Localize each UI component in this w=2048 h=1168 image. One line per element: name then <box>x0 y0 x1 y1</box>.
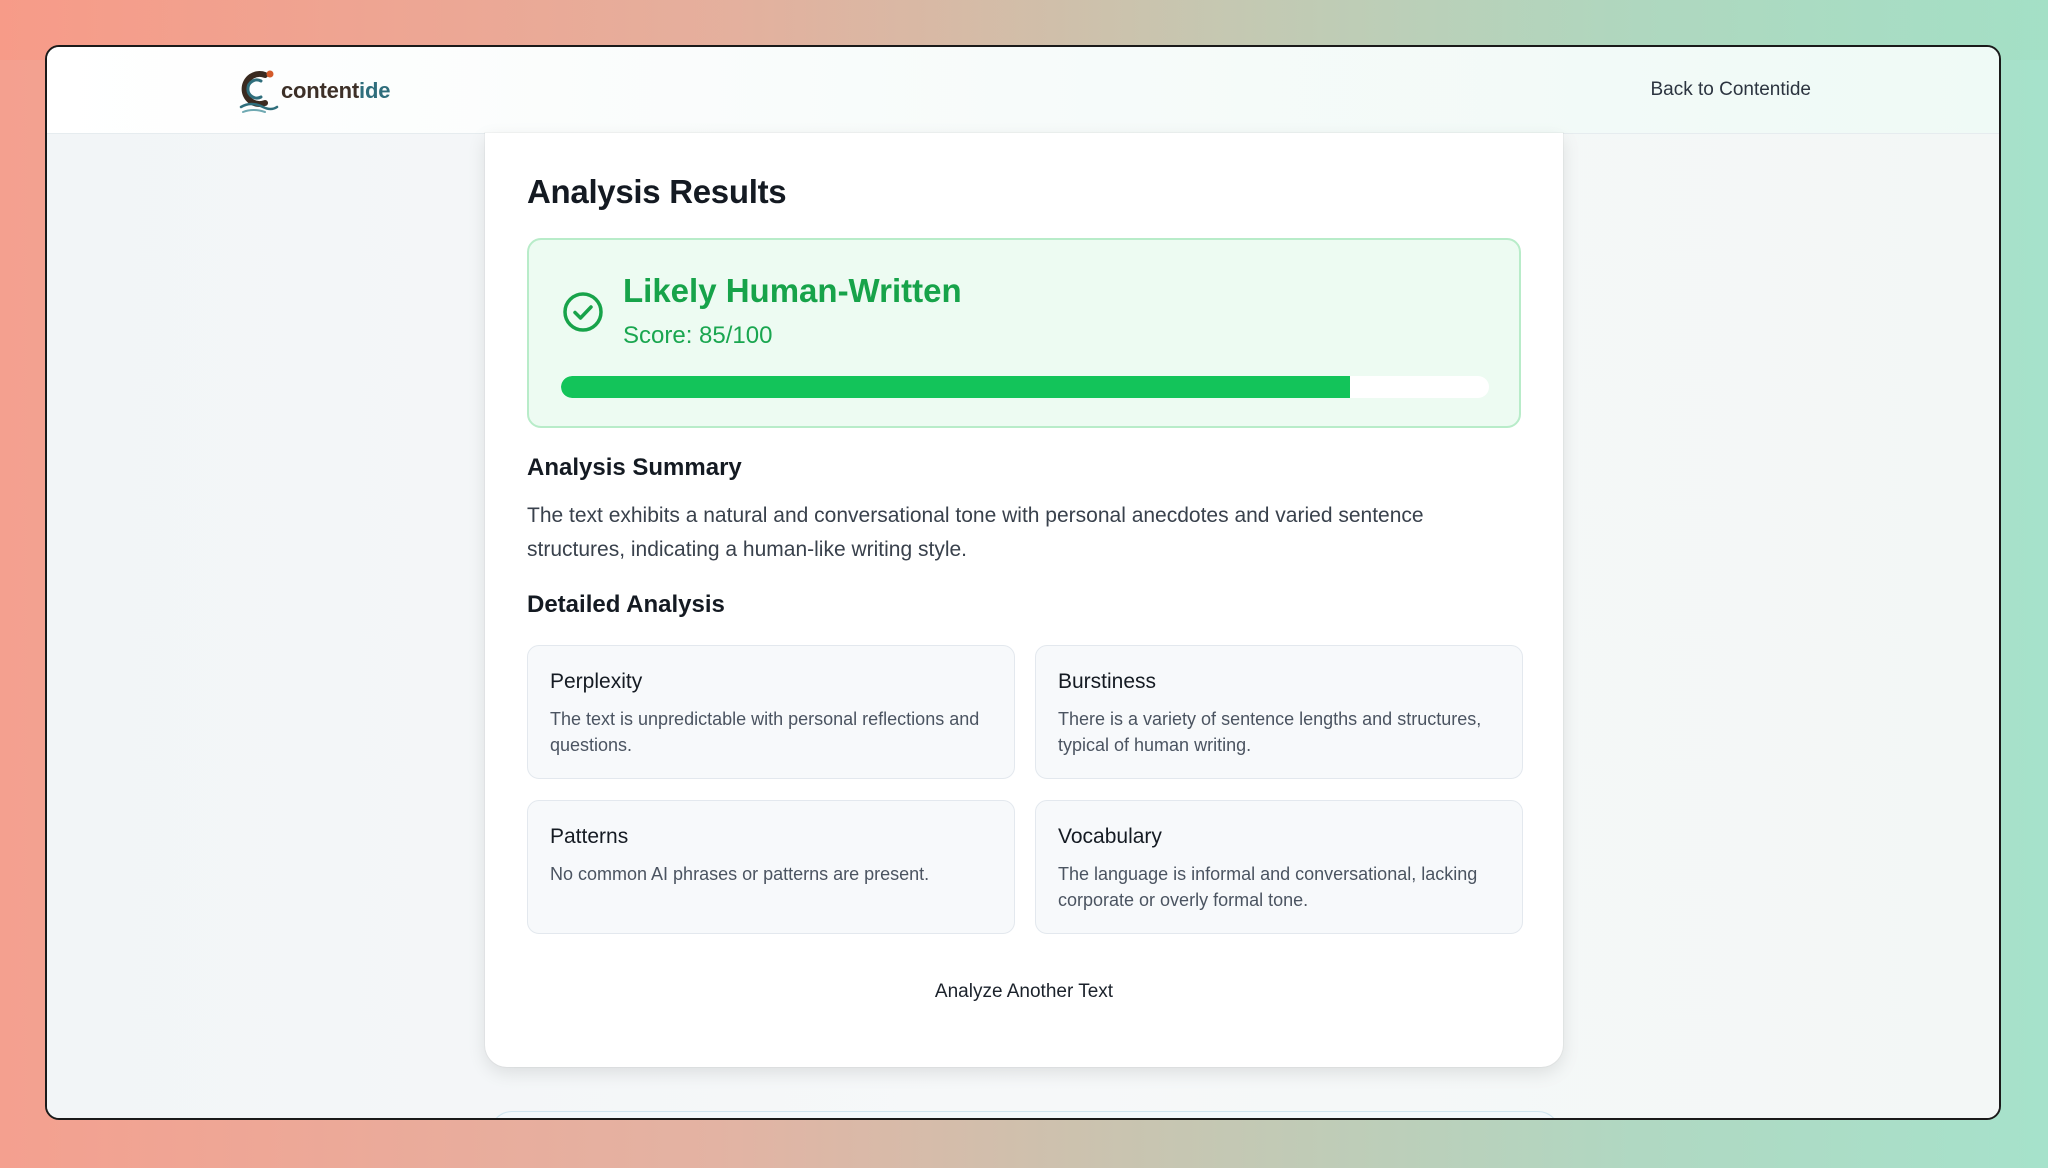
verdict-panel: Likely Human-Written Score: 85/100 <box>527 238 1521 428</box>
metric-title: Patterns <box>550 825 629 848</box>
metric-card-patterns: Patterns No common AI phrases or pattern… <box>527 800 1015 934</box>
back-to-contentide-link[interactable]: Back to Contentide <box>1650 79 1811 101</box>
analysis-results-card: Analysis Results Likely Human-Written Sc… <box>485 133 1563 1067</box>
metric-title: Burstiness <box>1058 670 1157 693</box>
metric-description: There is a variety of sentence lengths a… <box>1058 709 1482 755</box>
top-navbar: contentide Back to Contentide <box>47 47 1999 134</box>
summary-heading: Analysis Summary <box>527 454 742 481</box>
contentide-logo[interactable]: contentide <box>235 67 390 115</box>
metric-title: Vocabulary <box>1058 825 1162 848</box>
metric-description: The text is unpredictable with personal … <box>550 709 980 755</box>
score-progress-track <box>561 376 1489 398</box>
score-progress-fill <box>561 376 1350 398</box>
next-section-card <box>490 1111 1560 1118</box>
detailed-heading: Detailed Analysis <box>527 591 725 618</box>
page-title: Analysis Results <box>527 173 787 210</box>
verdict-score: Score: 85/100 <box>623 322 773 349</box>
logo-text-main: content <box>281 78 360 103</box>
metric-card-perplexity: Perplexity The text is unpredictable wit… <box>527 645 1015 779</box>
browser-window: contentide Back to Contentide Analysis R… <box>45 45 2001 1120</box>
metric-card-burstiness: Burstiness There is a variety of sentenc… <box>1035 645 1523 779</box>
metric-description: No common AI phrases or patterns are pre… <box>550 864 930 884</box>
logo-text: contentide <box>281 78 390 104</box>
verdict-title: Likely Human-Written <box>623 272 962 309</box>
analyze-another-button[interactable]: Analyze Another Text <box>485 981 1563 1003</box>
logo-text-accent: ide <box>359 78 391 103</box>
check-circle-icon <box>561 290 605 334</box>
summary-text: The text exhibits a natural and conversa… <box>527 504 1424 561</box>
metric-description: The language is informal and conversatio… <box>1058 864 1478 910</box>
metric-title: Perplexity <box>550 670 643 693</box>
logo-mark-icon <box>235 67 283 115</box>
metric-card-vocabulary: Vocabulary The language is informal and … <box>1035 800 1523 934</box>
